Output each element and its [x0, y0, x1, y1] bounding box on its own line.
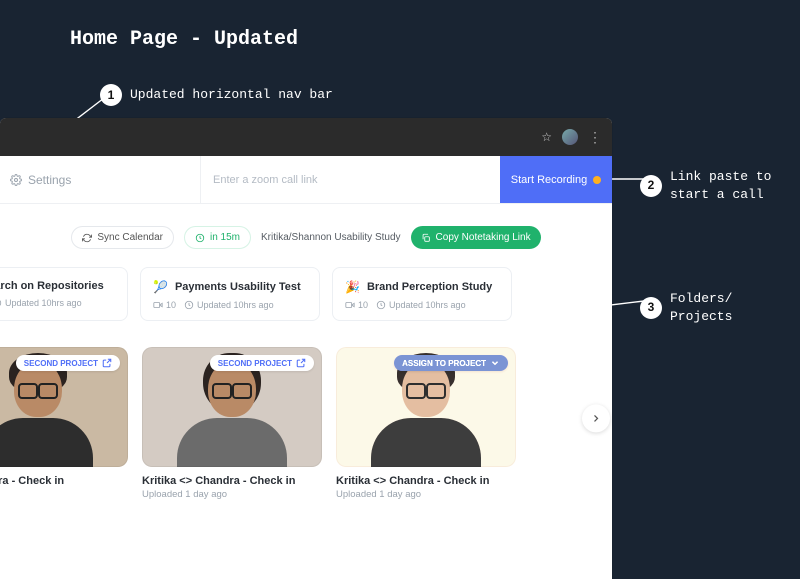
annotation-number: 2 — [640, 175, 662, 197]
recordings-row: SECOND PROJECT <> Chandra - Check in 1 d… — [0, 347, 612, 500]
clock-icon — [184, 300, 194, 310]
upcoming-meeting-chip[interactable]: in 15m — [184, 226, 251, 249]
zoom-link-placeholder: Enter a zoom call link — [213, 174, 318, 186]
top-nav-bar: Settings Enter a zoom call link Start Re… — [0, 156, 612, 204]
zoom-link-input[interactable]: Enter a zoom call link — [200, 156, 500, 203]
clock-icon — [0, 298, 2, 308]
start-recording-label: Start Recording — [511, 174, 587, 186]
profile-avatar-icon[interactable] — [562, 129, 578, 145]
chevron-down-icon — [490, 358, 500, 368]
upcoming-meeting-title: Kritika/Shannon Usability Study — [261, 232, 401, 243]
external-link-icon — [102, 358, 112, 368]
chevron-right-icon — [590, 412, 602, 424]
project-emoji-icon: 🎉 — [345, 280, 360, 294]
bookmark-star-icon[interactable]: ☆ — [541, 130, 552, 144]
browser-chrome: ☆ ⋮ — [0, 118, 612, 156]
updated-time: Updated 10hrs ago — [0, 298, 82, 308]
gear-icon — [10, 174, 22, 186]
recording-card[interactable]: SECOND PROJECT Kritika <> Chandra - Chec… — [142, 347, 322, 500]
recording-count: 10 — [345, 300, 368, 310]
annotation-1: 1 Updated horizontal nav bar — [100, 84, 333, 106]
refresh-icon — [82, 233, 92, 243]
settings-link[interactable]: Settings — [0, 156, 200, 203]
updated-time: Updated 10hrs ago — [376, 300, 466, 310]
assign-to-project-badge[interactable]: ASSIGN TO PROJECT — [394, 355, 508, 371]
annotation-number: 1 — [100, 84, 122, 106]
sync-calendar-button[interactable]: Sync Calendar — [71, 226, 174, 249]
record-icon — [593, 176, 601, 184]
app-window: ☆ ⋮ Settings Enter a zoom call link Star… — [0, 118, 612, 579]
recording-subtitle: 1 day ago — [0, 489, 128, 500]
recording-card[interactable]: SECOND PROJECT <> Chandra - Check in 1 d… — [0, 347, 128, 500]
external-link-icon — [296, 358, 306, 368]
annotation-text: Folders/ Projects — [670, 290, 732, 325]
project-title: Payments Usability Test — [175, 281, 301, 293]
projects-row: Research on Repositories 10 Updated 10hr… — [0, 267, 612, 347]
project-card[interactable]: Research on Repositories 10 Updated 10hr… — [0, 267, 128, 321]
recording-title: Kritika <> Chandra - Check in — [336, 475, 516, 487]
project-emoji-icon: 🎾 — [153, 280, 168, 294]
recording-thumbnail[interactable]: SECOND PROJECT — [142, 347, 322, 467]
sync-calendar-label: Sync Calendar — [97, 232, 163, 243]
recording-thumbnail[interactable]: ASSIGN TO PROJECT — [336, 347, 516, 467]
project-card[interactable]: 🎾 Payments Usability Test 10 Updated 10h… — [140, 267, 320, 321]
next-page-button[interactable] — [582, 404, 610, 432]
start-recording-button[interactable]: Start Recording — [500, 156, 612, 203]
updated-time: Updated 10hrs ago — [184, 300, 274, 310]
clock-icon — [195, 233, 205, 243]
recording-subtitle: Uploaded 1 day ago — [142, 489, 322, 500]
project-card[interactable]: 🎉 Brand Perception Study 10 Updated 10hr… — [332, 267, 512, 321]
video-icon — [153, 300, 163, 310]
upcoming-time: in 15m — [210, 232, 240, 243]
page-title: Home Page - Updated — [70, 28, 298, 51]
recording-title: <> Chandra - Check in — [0, 475, 128, 487]
annotation-2: 2 Link paste to start a call — [640, 168, 771, 203]
calendar-sync-row: Sync Calendar in 15m Kritika/Shannon Usa… — [0, 204, 612, 267]
annotation-number: 3 — [640, 297, 662, 319]
video-icon — [345, 300, 355, 310]
project-badge[interactable]: SECOND PROJECT — [16, 355, 120, 371]
copy-notetaking-link-label: Copy Notetaking Link — [436, 232, 531, 243]
recording-thumbnail[interactable]: SECOND PROJECT — [0, 347, 128, 467]
annotation-3: 3 Folders/ Projects — [640, 290, 732, 325]
annotation-text: Link paste to start a call — [670, 168, 771, 203]
project-title: Brand Perception Study — [367, 281, 492, 293]
settings-label: Settings — [28, 173, 71, 187]
project-title: Research on Repositories — [0, 280, 104, 292]
recording-title: Kritika <> Chandra - Check in — [142, 475, 322, 487]
clock-icon — [376, 300, 386, 310]
recording-subtitle: Uploaded 1 day ago — [336, 489, 516, 500]
annotation-text: Updated horizontal nav bar — [130, 86, 333, 104]
recording-count: 10 — [153, 300, 176, 310]
recording-card[interactable]: ASSIGN TO PROJECT Kritika <> Chandra - C… — [336, 347, 516, 500]
copy-notetaking-link-button[interactable]: Copy Notetaking Link — [411, 226, 541, 249]
copy-icon — [421, 233, 431, 243]
project-badge[interactable]: SECOND PROJECT — [210, 355, 314, 371]
